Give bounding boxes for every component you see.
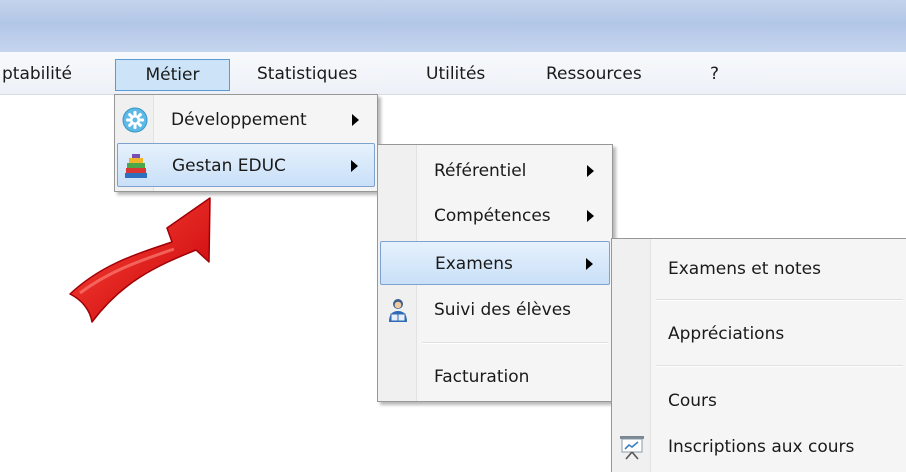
menu-item-label: Développement — [171, 110, 307, 130]
menu-item-developpement[interactable]: Développement — [117, 98, 375, 142]
gear-icon — [121, 106, 149, 134]
books-icon — [122, 152, 150, 180]
menu-metier[interactable]: Métier — [115, 59, 230, 91]
menu-comptabilite[interactable]: ptabilité — [0, 60, 74, 88]
gestan-educ-submenu: Référentiel Compétences Examens Suivi de… — [377, 144, 613, 402]
menu-item-examens[interactable]: Examens — [380, 241, 610, 285]
menu-item-label: Cours — [668, 391, 717, 411]
menu-item-label: Examens et notes — [668, 259, 821, 279]
student-reading-icon — [384, 296, 412, 324]
submenu-arrow-icon — [587, 165, 594, 177]
menu-item-label: Facturation — [434, 367, 530, 387]
menu-item-competences[interactable]: Compétences — [380, 194, 610, 238]
menu-item-label: Inscriptions aux cours — [668, 437, 855, 457]
menu-item-label: Référentiel — [434, 161, 527, 181]
submenu-arrow-icon — [352, 114, 359, 126]
menu-item-label: Appréciations — [668, 324, 785, 344]
menu-item-inscriptions-aux-cours[interactable]: Inscriptions aux cours — [614, 425, 905, 469]
menu-statistiques[interactable]: Statistiques — [255, 60, 359, 88]
menu-item-suivi-eleves[interactable]: Suivi des élèves — [380, 288, 610, 332]
metier-dropdown: Développement Gestan EDUC — [114, 94, 378, 192]
menu-item-cours[interactable]: Cours — [614, 379, 905, 423]
menu-item-label: Gestan EDUC — [172, 156, 286, 176]
menu-item-label: Suivi des élèves — [434, 300, 572, 320]
submenu-arrow-icon — [586, 258, 593, 270]
submenu-arrow-icon — [587, 210, 594, 222]
menu-item-gestan-educ[interactable]: Gestan EDUC — [117, 143, 375, 187]
menu-item-label: Examens — [435, 254, 513, 274]
menu-item-referentiel[interactable]: Référentiel — [380, 149, 610, 193]
examens-submenu: Examens et notes Appréciations Cours Ins… — [611, 238, 906, 472]
menu-item-appreciations[interactable]: Appréciations — [614, 312, 905, 356]
menu-item-label: Compétences — [434, 206, 551, 226]
menu-item-facturation[interactable]: Facturation — [380, 355, 610, 399]
menu-ressources[interactable]: Ressources — [544, 60, 644, 88]
submenu-arrow-icon — [351, 160, 358, 172]
window-title-bar — [0, 0, 906, 52]
red-pointer-arrow-icon — [69, 197, 211, 323]
menu-item-examens-et-notes[interactable]: Examens et notes — [614, 247, 905, 291]
menu-help[interactable]: ? — [708, 60, 721, 88]
presentation-board-icon — [618, 433, 646, 461]
menu-utilites[interactable]: Utilités — [424, 60, 487, 88]
